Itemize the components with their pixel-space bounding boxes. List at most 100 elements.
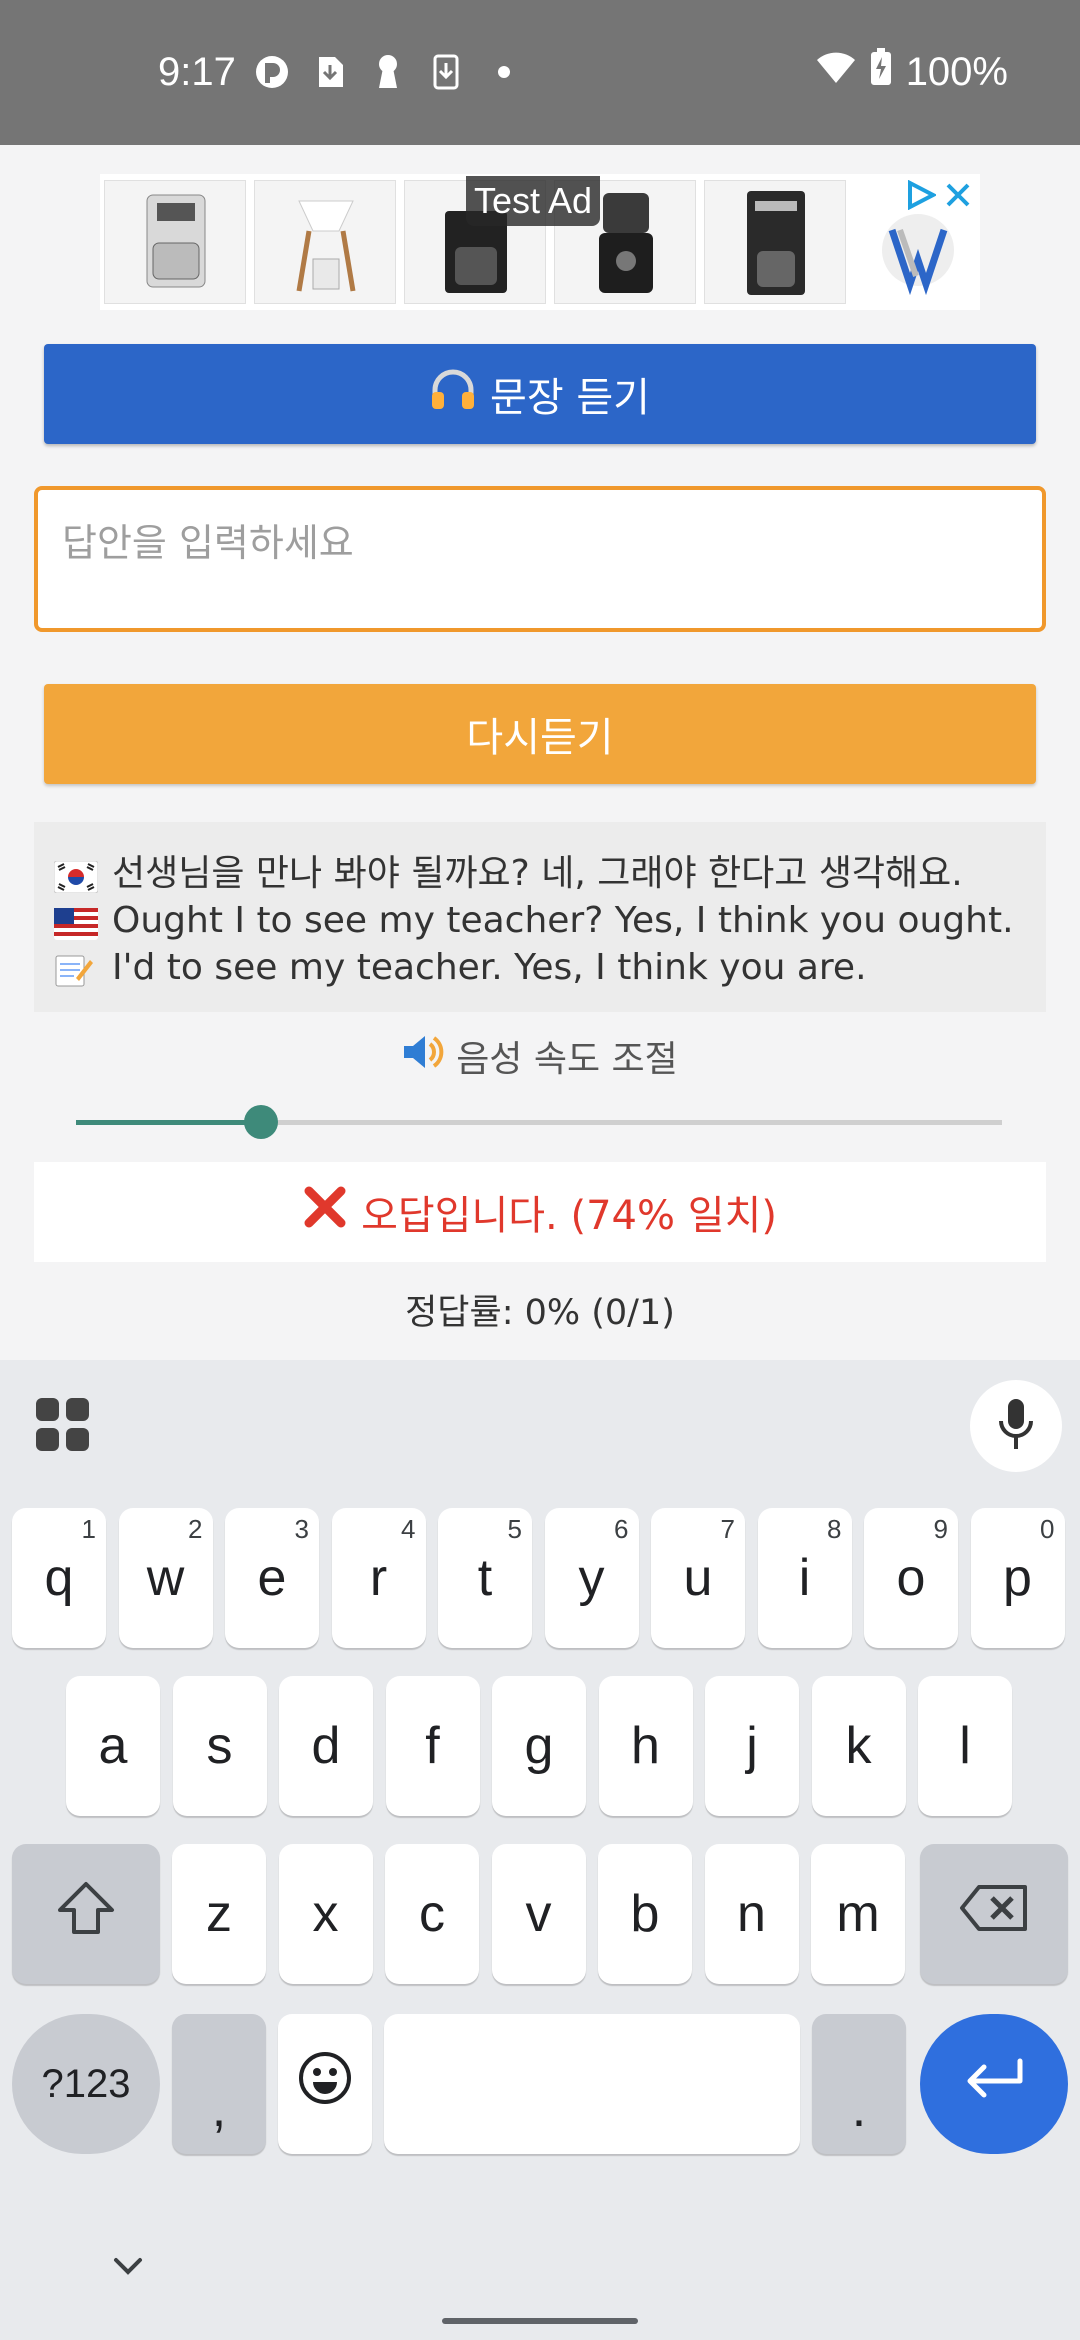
emoji-key[interactable] xyxy=(278,2014,372,2154)
key-h[interactable]: h xyxy=(598,1676,693,1816)
key-label: g xyxy=(524,1717,554,1775)
key-label: i xyxy=(798,1549,811,1607)
notification-icons xyxy=(255,54,521,90)
speed-control-label: 음성 속도 조절 xyxy=(0,1030,1080,1082)
keyboard-hide-chevron-icon[interactable] xyxy=(110,2254,146,2282)
key-a[interactable]: a xyxy=(66,1676,160,1816)
space-key[interactable] xyxy=(384,2014,800,2154)
ad-label: Test Ad xyxy=(466,176,601,226)
key-hint: 2 xyxy=(188,1514,203,1544)
key-hint: 7 xyxy=(720,1514,735,1544)
key-label: w xyxy=(146,1549,185,1607)
answer-input[interactable]: 답안을 입력하세요 xyxy=(34,486,1046,632)
shift-key[interactable] xyxy=(12,1844,160,1984)
apps-grid-icon[interactable] xyxy=(36,1398,90,1456)
speed-slider-thumb[interactable] xyxy=(244,1105,279,1139)
key-label: e xyxy=(257,1549,287,1607)
key-o[interactable]: o9 xyxy=(864,1508,958,1648)
sentence-panel: 선생님을 만나 봐야 될까요? 네, 그래야 한다고 생각해요. Ought I… xyxy=(34,822,1046,1012)
comma-key-label: , xyxy=(211,2080,227,2138)
ad-product-coffee-maker-steel[interactable] xyxy=(704,180,846,304)
key-hint: 0 xyxy=(1040,1514,1055,1544)
ad-choices[interactable] xyxy=(906,179,972,214)
status-time: 9:17 xyxy=(158,50,236,94)
key-label: q xyxy=(44,1549,74,1607)
speed-label-text: 음성 속도 조절 xyxy=(456,1039,678,1080)
key-i[interactable]: i8 xyxy=(757,1508,852,1648)
speed-slider[interactable] xyxy=(76,1104,1002,1140)
backspace-key[interactable] xyxy=(920,1844,1068,1984)
key-t[interactable]: t5 xyxy=(438,1508,532,1648)
key-x[interactable]: x xyxy=(278,1844,373,1984)
key-f[interactable]: f xyxy=(385,1676,480,1816)
key-m[interactable]: m xyxy=(811,1844,905,1984)
navigation-gesture-bar[interactable] xyxy=(442,2318,638,2324)
listen-sentence-button[interactable]: 문장 듣기 xyxy=(44,344,1036,444)
key-y[interactable]: y6 xyxy=(544,1508,639,1648)
key-p[interactable]: p0 xyxy=(970,1508,1065,1648)
cross-mark-icon xyxy=(303,1185,347,1239)
enter-key[interactable] xyxy=(920,2014,1068,2154)
key-label: j xyxy=(746,1717,758,1775)
period-key-label: . xyxy=(851,2080,867,2138)
key-b[interactable]: b xyxy=(598,1844,692,1984)
speed-slider-fill xyxy=(76,1120,262,1125)
key-label: n xyxy=(737,1885,766,1943)
backspace-icon xyxy=(959,1883,1029,1946)
listen-sentence-label: 문장 듣기 xyxy=(490,375,650,421)
key-z[interactable]: z xyxy=(172,1844,266,1984)
status-right: 100% xyxy=(816,48,1008,96)
key-label: r xyxy=(369,1549,388,1607)
us-flag-icon xyxy=(54,905,98,940)
sentence-korean: 선생님을 만나 봐야 될까요? 네, 그래야 한다고 생각해요. xyxy=(53,850,1026,897)
key-label: o xyxy=(896,1549,926,1607)
key-label: v xyxy=(525,1885,552,1943)
key-w[interactable]: w2 xyxy=(118,1508,213,1648)
key-label: b xyxy=(630,1885,660,1943)
key-label: d xyxy=(311,1717,341,1775)
key-g[interactable]: g xyxy=(492,1676,586,1816)
key-label: t xyxy=(477,1549,493,1607)
key-l[interactable]: l xyxy=(918,1676,1012,1816)
shift-icon xyxy=(56,1880,116,1949)
key-c[interactable]: c xyxy=(385,1844,479,1984)
ad-product-pour-over[interactable] xyxy=(254,180,396,304)
key-v[interactable]: v xyxy=(491,1844,586,1984)
key-u[interactable]: u7 xyxy=(651,1508,745,1648)
period-key[interactable]: . xyxy=(812,2014,906,2154)
key-label: c xyxy=(419,1885,445,1943)
key-e[interactable]: e3 xyxy=(225,1508,319,1648)
key-s[interactable]: s xyxy=(172,1676,267,1816)
sentence-korean-text: 선생님을 만나 봐야 될까요? 네, 그래야 한다고 생각해요. xyxy=(112,853,963,894)
key-r[interactable]: r4 xyxy=(331,1508,426,1648)
key-label: z xyxy=(206,1885,232,1943)
key-q[interactable]: q1 xyxy=(12,1508,106,1648)
adchoices-icon[interactable] xyxy=(906,179,938,214)
key-d[interactable]: d xyxy=(279,1676,373,1816)
ad-banner[interactable]: Test Ad xyxy=(100,174,980,310)
comma-key[interactable]: , xyxy=(172,2014,266,2154)
battery-percent: 100% xyxy=(905,49,1008,94)
key-n[interactable]: n xyxy=(704,1844,799,1984)
key-hint: 5 xyxy=(507,1514,522,1544)
key-label: k xyxy=(845,1717,872,1775)
sentence-english-text: Ought I to see my teacher? Yes, I think … xyxy=(112,900,1014,941)
ad-product-coffee-maker[interactable] xyxy=(104,180,246,304)
key-j[interactable]: j xyxy=(705,1676,799,1816)
score-text: 정답률: 0% (0/1) xyxy=(405,1293,675,1333)
wifi-icon xyxy=(816,50,856,95)
sentence-user-answer-text: I'd to see my teacher. Yes, I think you … xyxy=(112,947,867,988)
symbols-key[interactable]: ?123 xyxy=(12,2014,160,2154)
status-bar: 9:17 100% xyxy=(0,0,1080,145)
replay-button[interactable]: 다시듣기 xyxy=(44,684,1036,784)
key-k[interactable]: k xyxy=(811,1676,906,1816)
mic-button[interactable] xyxy=(970,1380,1062,1472)
ad-close-icon[interactable] xyxy=(944,181,972,213)
sentence-english: Ought I to see my teacher? Yes, I think … xyxy=(54,897,1026,944)
emoji-icon xyxy=(297,2050,353,2119)
key-label: y xyxy=(578,1549,605,1607)
symbols-key-label: ?123 xyxy=(41,2061,131,2106)
memo-icon xyxy=(54,952,98,986)
app-icon xyxy=(255,55,289,89)
download-icon xyxy=(313,55,347,89)
